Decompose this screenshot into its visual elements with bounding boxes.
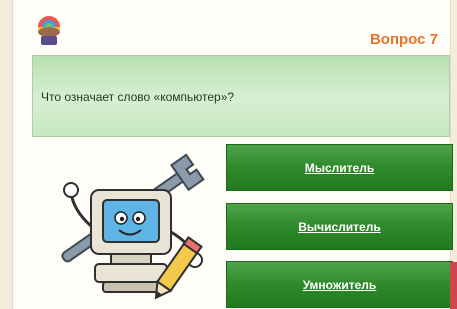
cartoon-computer-with-wrench-and-pencil-icon [61,153,205,300]
answer-label-2: Вычислитель [298,219,381,234]
question-panel: Что означает слово «компьютер»? [32,55,450,137]
edge-accent-bar [450,262,457,309]
answer-label-1: Мыслитель [304,160,375,175]
answer-label-3: Умножитель [302,277,377,292]
answer-button-2[interactable]: Вычислитель [226,203,453,250]
answer-button-1[interactable]: Мыслитель [226,144,453,191]
question-text: Что означает слово «компьютер»? [41,90,235,104]
rainbow-globe-logo-icon [38,16,60,45]
quiz-slide: Вопрос 7 Что означает слово «компьютер»? [12,0,453,309]
question-number: Вопрос 7 [369,31,438,48]
answer-button-3[interactable]: Умножитель [226,261,453,308]
